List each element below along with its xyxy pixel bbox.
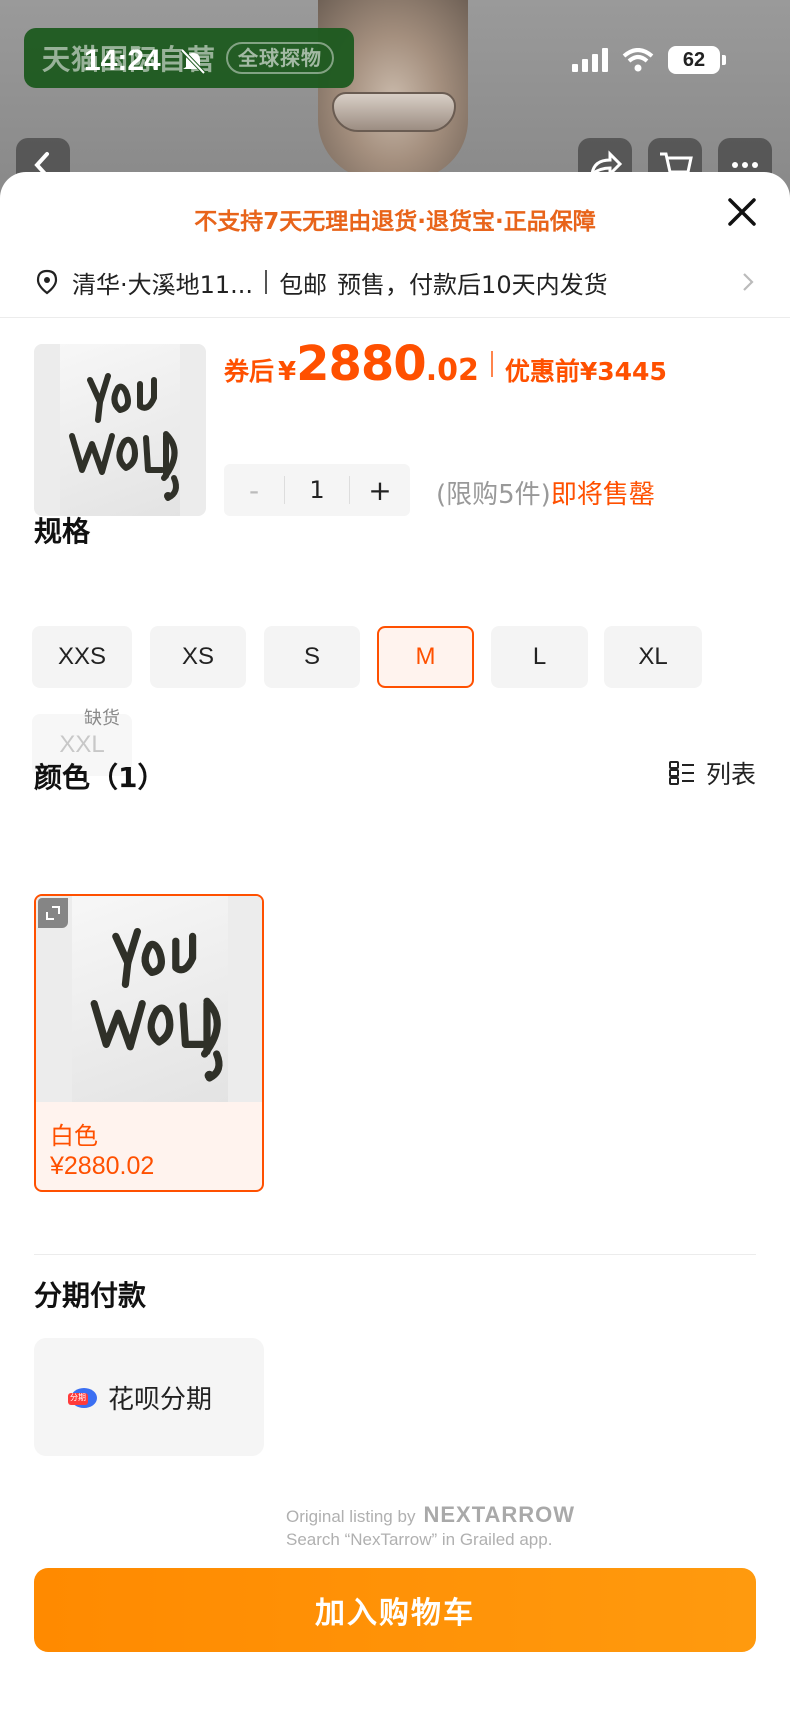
original-price: 优惠前¥3445: [504, 357, 667, 386]
coupon-price-label: 券后: [224, 357, 275, 386]
increase-button[interactable]: +: [350, 474, 410, 507]
bell-slash-icon: [180, 48, 206, 75]
currency-symbol: ¥: [278, 357, 297, 387]
watermark-line1: Original listing by: [286, 1507, 416, 1526]
huabei-icon: 分期: [68, 1386, 98, 1408]
battery-icon: 62: [668, 46, 726, 74]
watermark-brand: NEXTARROW: [423, 1502, 576, 1527]
close-icon[interactable]: [720, 190, 764, 234]
price-row: 券后 ¥ 2880 .02 优惠前¥3445: [224, 336, 667, 392]
huabei-icon-label: 分期: [70, 1393, 86, 1402]
divider: [265, 270, 268, 294]
status-icons: 62: [572, 46, 726, 74]
graffiti-print: [69, 373, 179, 501]
signal-icon: [572, 48, 608, 72]
divider: [490, 351, 493, 377]
add-to-cart-button[interactable]: 加入购物车: [34, 1568, 756, 1652]
decrease-button[interactable]: -: [224, 474, 284, 507]
divider: [34, 1254, 756, 1255]
divider: [0, 317, 790, 318]
delivery-time: 预售，付款后10天内发货: [337, 270, 608, 299]
limit-text: (限购5件): [436, 480, 551, 510]
size-option-l[interactable]: L: [491, 626, 588, 688]
spec-title: 规格: [34, 515, 91, 548]
size-option-xxs[interactable]: XXS: [32, 626, 132, 688]
price-integer: 2880: [296, 336, 427, 392]
product-thumbnail[interactable]: [34, 344, 206, 516]
store-tag: 全球探物: [226, 42, 334, 74]
color-option-white[interactable]: 白色 ¥2880.02: [34, 894, 264, 1192]
background-page: 天猫国际自营 全球探物: [0, 0, 790, 180]
sku-sheet: 不支持7天无理由退货·退货宝·正品保障 清华·大溪地11... 包邮 预售，付款…: [0, 172, 790, 1718]
service-notice: 不支持7天无理由退货·退货宝·正品保障: [194, 209, 596, 235]
delivery-address: 清华·大溪地11...: [72, 270, 254, 299]
status-time: 14:24: [84, 44, 161, 77]
list-view-toggle[interactable]: 列表: [668, 755, 756, 791]
location-pin-icon: [36, 269, 58, 295]
size-option-s[interactable]: S: [264, 626, 360, 688]
stock-warning: 即将售罄: [550, 480, 655, 510]
purchase-limit: (限购5件)即将售罄: [436, 474, 655, 511]
product-hero-image: [318, 0, 468, 180]
color-option-image: [36, 896, 262, 1102]
price-decimal: .02: [425, 353, 479, 388]
chevron-right-icon: [743, 273, 754, 291]
list-icon: [668, 761, 694, 785]
quantity-value[interactable]: 1: [284, 476, 350, 504]
quantity-stepper: - 1 +: [224, 464, 410, 516]
expand-icon[interactable]: [38, 898, 68, 928]
wifi-icon: [622, 48, 654, 72]
color-title: 颜色（1）: [34, 761, 166, 794]
huabei-installment-option[interactable]: 分期 花呗分期: [34, 1338, 264, 1456]
installment-title: 分期付款: [34, 1279, 147, 1312]
size-option-xl[interactable]: XL: [604, 626, 702, 688]
color-price: ¥2880.02: [50, 1152, 155, 1180]
huabei-label: 花呗分期: [108, 1384, 213, 1415]
color-name: 白色: [50, 1122, 98, 1150]
watermark: Original listing by NEXTARROW Search “Nex…: [286, 1502, 575, 1550]
delivery-row[interactable]: 清华·大溪地11... 包邮 预售，付款后10天内发货: [34, 262, 758, 302]
out-of-stock-badge: 缺货: [84, 708, 120, 729]
sunglasses-image: [332, 92, 456, 132]
list-toggle-label: 列表: [705, 760, 756, 789]
size-option-xs[interactable]: XS: [150, 626, 246, 688]
size-option-m[interactable]: M: [377, 626, 474, 688]
shipping-label: 包邮: [279, 270, 328, 299]
graffiti-print: [90, 928, 223, 1082]
watermark-line2: Search “NexTarrow” in Grailed app.: [286, 1530, 553, 1549]
